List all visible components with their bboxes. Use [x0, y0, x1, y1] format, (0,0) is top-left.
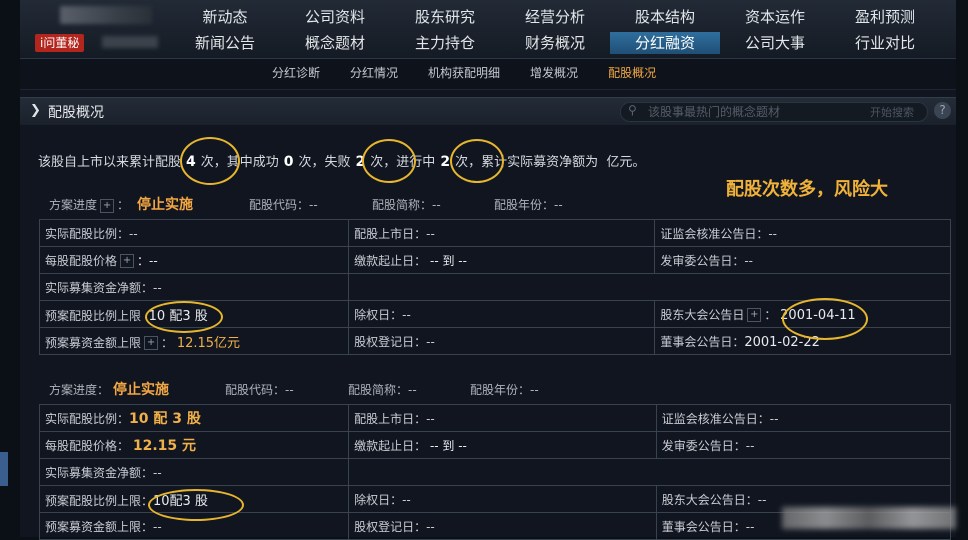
nav-item-forecast[interactable]: 盈利预测: [830, 6, 940, 28]
listing-date-cell: 配股上市日：--: [348, 219, 656, 247]
success-count: 0: [283, 154, 294, 170]
expand-plus-icon[interactable]: +: [747, 308, 762, 322]
year-label: 配股年份：: [470, 383, 531, 397]
nav-item-shareholders[interactable]: 股东研究: [390, 6, 500, 28]
section-header: ❯ 配股概况 ⚲ 该股事最热门的概念题材 开始搜索 ?: [20, 97, 956, 125]
summary-text: 亿元。: [606, 155, 646, 170]
nav-item-events[interactable]: 公司大事: [720, 32, 830, 54]
top-nav: i问董秘 新动态 公司资料 股东研究 经营分析 股本结构 资本运作 盈利预测 新…: [20, 0, 956, 59]
expand-plus-icon[interactable]: +: [144, 336, 159, 350]
expand-plus-icon[interactable]: +: [120, 254, 135, 268]
expand-plus-icon[interactable]: +: [100, 198, 115, 213]
nav-row-1: 新动态 公司资料 股东研究 经营分析 股本结构 资本运作 盈利预测: [170, 6, 940, 28]
ex-right-date-cell: 除权日：--: [348, 300, 656, 328]
record-date-cell: 股权登记日：--: [348, 327, 656, 355]
price-cell: 每股配股价格 + ：--: [38, 246, 350, 274]
nav-item-industry-compare[interactable]: 行业对比: [830, 32, 940, 54]
code-value: --: [309, 198, 318, 212]
year-value: --: [530, 383, 539, 397]
search-placeholder: 该股事最热门的概念题材: [648, 105, 781, 119]
payment-dates-cell: 缴款起止日： -- 到 --: [348, 431, 657, 459]
price-cell: 每股配股价格： 12.15 元: [38, 431, 350, 459]
ask-secretary-button[interactable]: i问董秘: [35, 34, 85, 52]
nav-item-equity-structure[interactable]: 股本结构: [610, 6, 720, 28]
watermark-blurred: [782, 507, 956, 529]
highlight-circle: [782, 298, 868, 340]
highlight-circle: [148, 489, 244, 521]
side-scroll-handle[interactable]: [0, 452, 8, 486]
abbr-value: --: [408, 383, 417, 397]
section-title: 配股概况: [48, 105, 104, 121]
empty-cell: [348, 458, 951, 486]
abbr-label: 配股简称：: [372, 198, 433, 212]
table-row: 实际募集资金净额：--: [38, 458, 951, 486]
year-value: --: [554, 198, 563, 212]
search-icon: ⚲: [628, 103, 637, 117]
ex-right-date-cell: 除权日：--: [348, 485, 657, 513]
ongoing-count: 2: [440, 154, 451, 170]
nav-item-company-info[interactable]: 公司资料: [280, 6, 390, 28]
nav-item-dividend-financing[interactable]: 分红融资: [610, 32, 720, 54]
listing-date-cell: 配股上市日：--: [348, 404, 657, 432]
sub-nav: 分红诊断 分红情况 机构获配明细 增发概况 配股概况: [20, 59, 956, 90]
actual-ratio-cell: 实际配股比例：10 配 3 股: [38, 404, 350, 432]
abbr-label: 配股简称：: [348, 383, 409, 397]
actual-ratio-cell: 实际配股比例：--: [38, 219, 350, 247]
scheme-header: 方案进度 +： 停止实施 配股代码：-- 配股简称：-- 配股年份：--: [39, 191, 951, 215]
code-label: 配股代码：: [249, 198, 310, 212]
highlight-circle: [362, 139, 416, 183]
stock-name-blurred: [60, 6, 152, 24]
chevron-right-icon[interactable]: ❯: [30, 103, 41, 118]
table-row: 每股配股价格： 12.15 元 缴款起止日： -- 到 -- 发审委公告日：--: [38, 431, 952, 459]
nav-item-financials[interactable]: 财务概况: [500, 32, 610, 54]
subnav-additional-issue[interactable]: 增发概况: [530, 59, 578, 87]
subnav-rights-issue[interactable]: 配股概况: [608, 59, 656, 87]
table-row: 实际配股比例：10 配 3 股 配股上市日：-- 证监会核准公告日：--: [38, 404, 952, 432]
nav-item-news[interactable]: 新动态: [170, 6, 280, 28]
code-label: 配股代码：: [225, 383, 286, 397]
record-date-cell: 股权登记日：--: [348, 512, 657, 540]
nav-item-holdings[interactable]: 主力持仓: [390, 32, 500, 54]
help-icon[interactable]: ?: [934, 102, 951, 119]
progress-label: 方案进度: [49, 198, 98, 212]
highlight-circle: [145, 301, 223, 333]
progress-label: 方案进度：: [49, 383, 110, 397]
review-committee-cell: 发审委公告日：--: [655, 431, 952, 459]
net-fund-cell: 实际募集资金净额：--: [38, 458, 350, 486]
code-value: --: [285, 383, 294, 397]
nav-item-operations[interactable]: 经营分析: [500, 6, 610, 28]
review-committee-cell: 发审委公告日：--: [654, 246, 951, 274]
net-fund-cell: 实际募集资金净额：--: [38, 273, 350, 301]
nav-item-capital-ops[interactable]: 资本运作: [720, 6, 830, 28]
subnav-institution-allotment[interactable]: 机构获配明细: [428, 59, 500, 87]
abbr-value: --: [432, 198, 441, 212]
stock-code-blurred: [102, 36, 158, 48]
app-frame: i问董秘 新动态 公司资料 股东研究 经营分析 股本结构 资本运作 盈利预测 新…: [20, 0, 956, 540]
scheme-header: 方案进度： 停止实施 配股代码：-- 配股简称：-- 配股年份：--: [39, 376, 951, 400]
table-row: 实际配股比例：-- 配股上市日：-- 证监会核准公告日：--: [38, 219, 951, 247]
summary-text: 次，失败: [298, 155, 351, 170]
summary-text: 该股自上市以来累计配股: [38, 155, 182, 170]
csrc-approval-cell: 证监会核准公告日：--: [655, 404, 952, 432]
nav-item-concepts[interactable]: 概念题材: [280, 32, 390, 54]
scheme-status: 停止实施: [113, 382, 169, 398]
year-label: 配股年份：: [494, 198, 555, 212]
scheme-status: 停止实施: [137, 197, 193, 213]
nav-item-announcements[interactable]: 新闻公告: [170, 32, 280, 54]
subnav-dividend-status[interactable]: 分红情况: [350, 59, 398, 87]
subnav-dividend-diagnosis[interactable]: 分红诊断: [272, 59, 320, 87]
empty-cell: [348, 273, 951, 301]
payment-dates-cell: 缴款起止日： -- 到 --: [348, 246, 656, 274]
highlight-circle: [450, 139, 504, 183]
table-row: 每股配股价格 + ：-- 缴款起止日： -- 到 -- 发审委公告日：--: [38, 246, 951, 274]
rights-issue-summary: 该股自上市以来累计配股 4 次，其中成功 0 次，失败 2 次，进行中 2 次，累计实际募资净额…: [38, 151, 645, 170]
highlight-circle: [180, 137, 240, 185]
table-row: 实际募集资金净额：--: [38, 273, 951, 301]
nav-row-2: 新闻公告 概念题材 主力持仓 财务概况 分红融资 公司大事 行业对比: [170, 32, 940, 54]
search-button[interactable]: 开始搜索: [870, 104, 914, 120]
csrc-approval-cell: 证监会核准公告日：--: [654, 219, 951, 247]
